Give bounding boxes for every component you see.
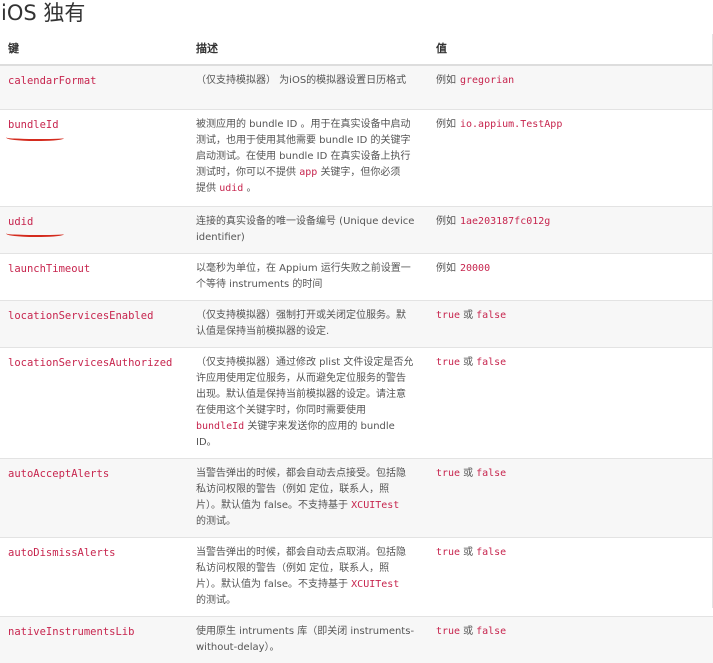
description-line: 当警告弹出的时候，都会自动去点接受。包括隐 <box>196 467 406 479</box>
value-prefix: 例如 <box>436 75 456 86</box>
description-text: 。 <box>246 182 257 194</box>
value-true: true <box>436 625 461 637</box>
description-line: 个等待 instruments 的时间 <box>196 278 323 290</box>
capability-key: calendarFormat <box>8 75 97 87</box>
table-row: udid 连接的真实设备的唯一设备编号 (Unique device ident… <box>0 205 713 253</box>
description-line: 许应用使用定位服务，从而避免定位服务的警告 <box>196 372 406 384</box>
value-or: 或 <box>463 309 474 321</box>
capability-key: udid <box>6 214 64 237</box>
description-line: 使用原生 intruments 库（即关闭 instruments- <box>196 625 415 637</box>
description-line: 启动测试。在使用 bundle ID 在真实设备上执行 <box>196 150 411 162</box>
capabilities-table: 键 描述 值 calendarFormat （仅支持模拟器） 为iOS的模拟器设… <box>0 34 713 663</box>
table-header-row: 键 描述 值 <box>0 34 713 66</box>
table-row: autoDismissAlerts 当警告弹出的时候，都会自动去点取消。包括隐 … <box>0 536 713 616</box>
value-prefix: 例如 <box>436 118 456 130</box>
red-underline-annotation <box>6 230 64 237</box>
capability-key: autoAcceptAlerts <box>8 467 110 480</box>
description-line: 连接的真实设备的唯一设备编号 (Unique device <box>196 215 415 227</box>
description-line: （仅支持模拟器）通过修改 plist 文件设定是否允 <box>196 356 414 368</box>
value-true: true <box>436 546 461 558</box>
value-prefix: 例如 <box>436 262 456 274</box>
capability-description: （仅支持模拟器） 为iOS的模拟器设置日历格式 <box>196 75 407 86</box>
description-line: ID。 <box>196 436 217 448</box>
description-line: 的测试。 <box>196 594 236 606</box>
value-example: io.appium.TestApp <box>460 118 563 130</box>
description-text: 关键字，但你必须 <box>320 166 401 178</box>
description-line: identifier) <box>196 231 245 243</box>
value-false: false <box>476 546 507 558</box>
description-line: 私访问权限的警告（例如 定位，联系人，照 <box>196 483 390 495</box>
description-line: 片）。默认值为 false。不支持基于 <box>196 578 348 590</box>
description-line: 测试时，你可以不提供 <box>196 166 296 178</box>
value-true: true <box>436 467 461 479</box>
description-line: （仅支持模拟器）强制打开或关闭定位服务。默 <box>196 309 406 321</box>
description-line: without-delay）。 <box>196 641 280 653</box>
inline-code: bundleId <box>196 420 245 432</box>
capability-key: autoDismissAlerts <box>8 546 116 559</box>
table-row: nativeInstrumentsLib 使用原生 intruments 库（即… <box>0 615 713 663</box>
header-key: 键 <box>0 34 188 66</box>
capability-key: locationServicesEnabled <box>8 309 154 322</box>
value-prefix: 例如 <box>436 215 456 227</box>
table-row: bundleId 被测应用的 bundle ID 。用于在真实设备中启动 测试，… <box>0 108 713 206</box>
table-row: locationServicesEnabled （仅支持模拟器）强制打开或关闭定… <box>0 299 713 347</box>
header-value: 值 <box>428 34 713 66</box>
table-row: launchTimeout 以毫秒为单位，在 Appium 运行失败之前设置一 … <box>0 252 713 300</box>
capability-key: launchTimeout <box>8 262 91 275</box>
value-example: 20000 <box>460 262 491 274</box>
value-false: false <box>476 625 507 637</box>
table-row: locationServicesAuthorized （仅支持模拟器）通过修改 … <box>0 346 713 458</box>
description-line: 测试，也用于使用其他需要 bundle ID 的关键字 <box>196 134 411 146</box>
description-line: 当警告弹出的时候，都会自动去点取消。包括隐 <box>196 546 406 558</box>
value-true: true <box>436 356 461 368</box>
description-text: 关键字来发送你的应用的 bundle <box>247 420 395 432</box>
description-line: 认值是保持当前模拟器的设定. <box>196 325 330 337</box>
table-row: autoAcceptAlerts 当警告弹出的时候，都会自动去点接受。包括隐 私… <box>0 457 713 537</box>
value-or: 或 <box>463 546 474 558</box>
description-line: 私访问权限的警告（例如 定位，联系人，照 <box>196 562 390 574</box>
description-line: 出现。默认值是保持当前模拟器的设定。请注意 <box>196 388 406 400</box>
capability-key: locationServicesAuthorized <box>8 356 173 369</box>
value-or: 或 <box>463 467 474 479</box>
table-row: calendarFormat （仅支持模拟器） 为iOS的模拟器设置日历格式 例… <box>0 64 713 109</box>
description-line: 被测应用的 bundle ID 。用于在真实设备中启动 <box>196 118 411 130</box>
value-false: false <box>476 467 507 479</box>
value-or: 或 <box>463 356 474 368</box>
capability-key: nativeInstrumentsLib <box>8 625 135 638</box>
inline-code: udid <box>219 182 244 194</box>
header-description: 描述 <box>188 34 428 66</box>
description-line: 片）。默认值为 false。不支持基于 <box>196 499 348 511</box>
value-false: false <box>476 356 507 368</box>
value-false: false <box>476 309 507 321</box>
value-true: true <box>436 309 461 321</box>
value-example: 1ae203187fc012g <box>460 215 551 227</box>
inline-code: app <box>299 166 318 178</box>
description-line: 在使用这个关键字时，你同时需要使用 <box>196 404 366 416</box>
value-or: 或 <box>463 625 474 637</box>
description-line: 以毫秒为单位，在 Appium 运行失败之前设置一 <box>196 262 411 274</box>
value-example: gregorian <box>460 75 515 86</box>
page-title: iOS 独有 <box>1 1 86 25</box>
capability-key: bundleId <box>6 117 64 141</box>
inline-code: XCUITest <box>351 499 400 511</box>
inline-code: XCUITest <box>351 578 400 590</box>
description-text: 提供 <box>196 182 216 194</box>
description-line: 的测试。 <box>196 515 236 527</box>
red-underline-annotation <box>6 134 64 141</box>
